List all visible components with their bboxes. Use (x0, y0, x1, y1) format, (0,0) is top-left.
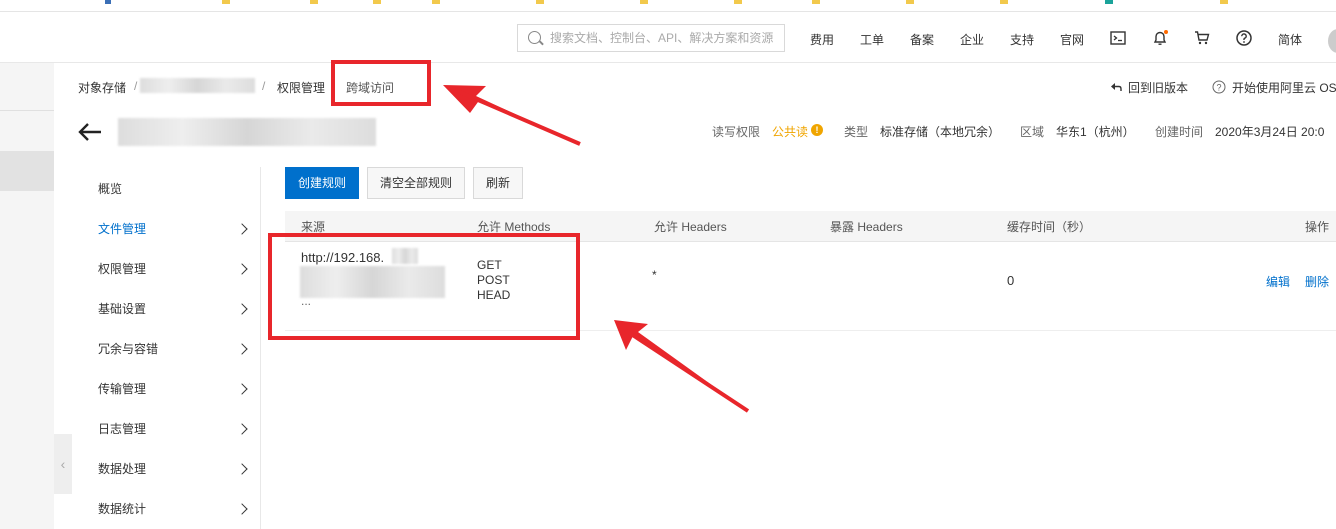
help-icon[interactable] (1236, 30, 1252, 46)
column-header-max-age: 缓存时间（秒） (1007, 220, 1092, 234)
max-age-value: 0 (1007, 273, 1015, 288)
chevron-right-icon (236, 223, 248, 235)
type-value: 标准存储（本地冗余） (880, 125, 1001, 139)
sidebar-item-basic-settings[interactable]: 基础设置 (98, 300, 146, 317)
top-header: 费用 工单 备案 企业 支持 官网 简体 (0, 13, 1336, 63)
rail-divider (0, 110, 54, 111)
clear-all-rules-button[interactable]: 清空全部规则 (367, 167, 465, 199)
avatar[interactable] (1328, 29, 1336, 53)
created-label: 创建时间 (1155, 125, 1204, 139)
sidebar-item-statistics[interactable]: 数据统计 (98, 500, 146, 517)
sidebar-item-permissions[interactable]: 权限管理 (98, 260, 146, 277)
region-label: 区域 (1020, 125, 1045, 139)
start-using-link[interactable]: 开始使用阿里云 OS (1232, 79, 1336, 96)
warning-icon[interactable]: ! (811, 124, 823, 136)
sidebar-item-files[interactable]: 文件管理 (98, 220, 146, 237)
sidebar-item-transfer[interactable]: 传输管理 (98, 380, 146, 397)
search-icon (528, 31, 541, 44)
search-input[interactable] (550, 29, 778, 47)
breadcrumb-permissions[interactable]: 权限管理 (277, 79, 325, 96)
create-rule-button[interactable]: 创建规则 (285, 167, 359, 199)
nav-enterprise[interactable]: 企业 (960, 31, 984, 48)
chevron-right-icon (236, 383, 248, 395)
sidebar-item-overview[interactable]: 概览 (98, 180, 122, 197)
global-search[interactable] (517, 24, 785, 52)
language-switch[interactable]: 简体 (1278, 31, 1302, 48)
old-version-link[interactable]: 回到旧版本 (1128, 79, 1188, 96)
chevron-right-icon (236, 463, 248, 475)
breadcrumb-separator: / (262, 79, 266, 93)
cart-icon[interactable] (1194, 30, 1210, 46)
collapse-sidebar-button[interactable]: ‹ (54, 434, 72, 494)
delete-link[interactable]: 删除 (1305, 273, 1329, 290)
bookmarks-bar (0, 0, 1336, 12)
edit-link[interactable]: 编辑 (1266, 273, 1290, 290)
nav-icp[interactable]: 备案 (910, 31, 934, 48)
column-header-expose-headers: 暴露 Headers (830, 220, 903, 234)
undo-icon (1111, 83, 1122, 91)
acl-label: 读写权限 (712, 125, 761, 139)
svg-text:?: ? (1216, 83, 1221, 93)
side-menu-divider (260, 167, 261, 529)
created-value: 2020年3月24日 20:0 (1215, 125, 1325, 139)
column-header-allow-headers: 允许 Headers (654, 220, 727, 234)
redacted-bucket-name (140, 78, 255, 93)
sidebar-item-data-processing[interactable]: 数据处理 (98, 460, 146, 477)
allow-headers-value: * (652, 268, 657, 282)
redacted-bucket-title (118, 118, 376, 146)
bell-icon[interactable] (1152, 30, 1168, 46)
back-arrow-icon[interactable] (78, 122, 102, 142)
nav-tickets[interactable]: 工单 (860, 31, 884, 48)
chevron-right-icon (236, 303, 248, 315)
terminal-icon[interactable] (1110, 30, 1126, 46)
nav-billing[interactable]: 费用 (810, 31, 834, 48)
breadcrumb-separator: / (134, 79, 138, 93)
annotation-box-rule (268, 233, 580, 340)
rail-selected-item[interactable] (0, 151, 54, 191)
refresh-button[interactable]: 刷新 (473, 167, 523, 199)
sidebar-item-redundancy[interactable]: 冗余与容错 (98, 340, 158, 357)
region-value: 华东1（杭州） (1056, 125, 1135, 139)
sidebar-item-logs[interactable]: 日志管理 (98, 420, 146, 437)
chevron-left-icon: ‹ (60, 456, 66, 472)
chevron-right-icon (236, 343, 248, 355)
chevron-right-icon (236, 503, 248, 515)
breadcrumb-oss[interactable]: 对象存储 (78, 79, 126, 96)
nav-support[interactable]: 支持 (1010, 31, 1034, 48)
annotation-box-cors (331, 60, 431, 106)
acl-value: 公共读 (772, 125, 809, 139)
nav-official-site[interactable]: 官网 (1060, 31, 1084, 48)
question-circle-icon: ? (1212, 80, 1226, 94)
left-rail (0, 63, 54, 529)
type-label: 类型 (844, 125, 869, 139)
chevron-right-icon (236, 423, 248, 435)
column-header-actions: 操作 (1305, 220, 1330, 234)
chevron-right-icon (236, 263, 248, 275)
